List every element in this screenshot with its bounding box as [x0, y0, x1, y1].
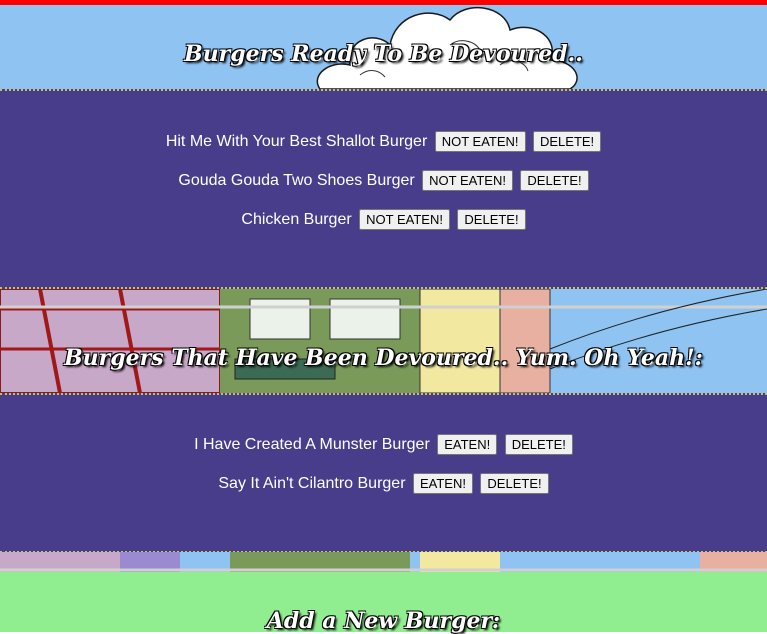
burger-name: Gouda Gouda Two Shoes Burger: [178, 172, 415, 189]
delete-button[interactable]: DELETE!: [457, 209, 526, 231]
list-item: Gouda Gouda Two Shoes Burger NOT EATEN! …: [0, 170, 767, 192]
ready-burger-list: Hit Me With Your Best Shallot Burger NOT…: [0, 89, 767, 289]
burger-name: Chicken Burger: [241, 211, 352, 228]
ready-header-banner: Burgers Ready To Be Devoured..: [0, 5, 767, 89]
burger-name: I Have Created A Munster Burger: [194, 436, 430, 453]
list-item: I Have Created A Munster Burger EATEN! D…: [0, 434, 767, 456]
burger-name: Hit Me With Your Best Shallot Burger: [165, 133, 428, 150]
list-item: Chicken Burger NOT EATEN! DELETE!: [0, 209, 767, 231]
delete-button[interactable]: DELETE!: [520, 170, 589, 192]
add-section-title: Add a New Burger:: [266, 608, 501, 634]
not-eaten-button[interactable]: NOT EATEN!: [422, 170, 513, 192]
add-burger-section: Add a New Burger:: [0, 572, 767, 634]
city-illustration: [0, 289, 767, 393]
delete-button[interactable]: DELETE!: [480, 473, 549, 495]
not-eaten-button[interactable]: NOT EATEN!: [359, 209, 450, 231]
devoured-burger-list: I Have Created A Munster Burger EATEN! D…: [0, 393, 767, 553]
delete-button[interactable]: DELETE!: [504, 434, 573, 456]
ready-section-title: Burgers Ready To Be Devoured..: [184, 41, 583, 67]
add-header-banner: [0, 552, 767, 572]
eaten-button[interactable]: EATEN!: [412, 473, 473, 495]
devoured-header-banner: Burgers That Have Been Devoured.. Yum. O…: [0, 289, 767, 393]
list-item: Hit Me With Your Best Shallot Burger NOT…: [0, 131, 767, 153]
city-illustration-strip: [0, 552, 767, 572]
delete-button[interactable]: DELETE!: [532, 131, 602, 153]
list-item: Say It Ain't Cilantro Burger EATEN! DELE…: [0, 473, 767, 495]
devoured-section-title: Burgers That Have Been Devoured.. Yum. O…: [64, 345, 703, 371]
eaten-button[interactable]: EATEN!: [437, 434, 498, 456]
burger-name: Say It Ain't Cilantro Burger: [218, 475, 406, 492]
not-eaten-button[interactable]: NOT EATEN!: [434, 131, 526, 153]
